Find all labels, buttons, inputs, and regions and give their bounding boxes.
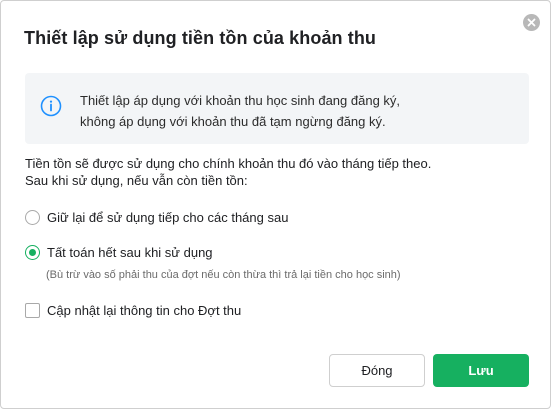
cancel-button[interactable]: Đóng	[329, 354, 425, 387]
option-settle-label: Tất toán hết sau khi sử dụng	[47, 245, 213, 260]
option-settle[interactable]: Tất toán hết sau khi sử dụng	[25, 245, 213, 260]
info-box: Thiết lập áp dụng với khoản thu học sinh…	[25, 73, 529, 144]
dialog-title: Thiết lập sử dụng tiền tồn của khoản thu	[24, 28, 377, 48]
info-line-2: không áp dụng với khoản thu đã tạm ngừng…	[80, 114, 386, 129]
radio-keep[interactable]	[25, 210, 40, 225]
description-line-1: Tiền tồn sẽ được sử dụng cho chính khoản…	[25, 156, 432, 171]
info-text: Thiết lập áp dụng với khoản thu học sinh…	[80, 90, 400, 132]
update-checkbox-label: Cập nhật lại thông tin cho Đợt thu	[47, 303, 242, 318]
settings-dialog: Thiết lập sử dụng tiền tồn của khoản thu…	[0, 0, 551, 409]
option-note: (Bù trừ vào số phải thu của đợt nếu còn …	[46, 269, 401, 281]
radio-settle[interactable]	[25, 245, 40, 260]
info-line-1: Thiết lập áp dụng với khoản thu học sinh…	[80, 93, 401, 108]
description-line-2: Sau khi sử dụng, nếu vẫn còn tiền tồn:	[25, 173, 248, 188]
save-button[interactable]: Lưu	[433, 354, 529, 387]
close-icon[interactable]	[523, 14, 540, 31]
update-checkbox-row[interactable]: Cập nhật lại thông tin cho Đợt thu	[25, 303, 241, 318]
info-icon	[40, 95, 62, 117]
option-keep-label: Giữ lại để sử dụng tiếp cho các tháng sa…	[47, 210, 289, 225]
description: Tiền tồn sẽ được sử dụng cho chính khoản…	[25, 155, 431, 189]
option-keep[interactable]: Giữ lại để sử dụng tiếp cho các tháng sa…	[25, 210, 288, 225]
update-checkbox[interactable]	[25, 303, 40, 318]
